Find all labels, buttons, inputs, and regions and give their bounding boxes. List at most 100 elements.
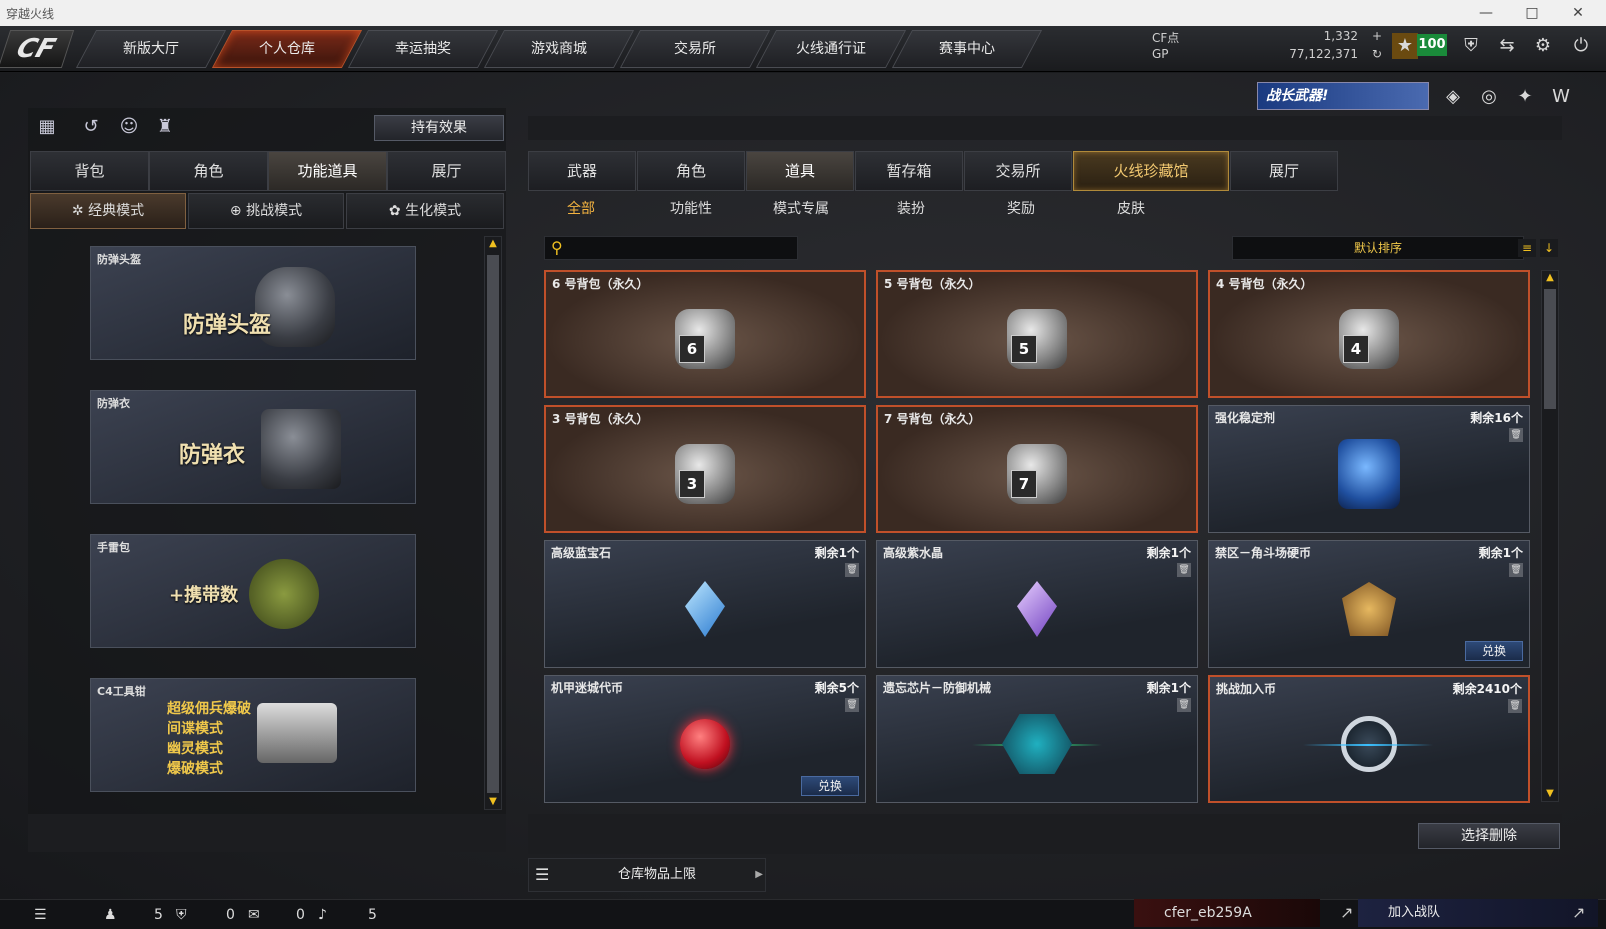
wings-icon[interactable]: W — [1548, 84, 1574, 110]
minimize-button[interactable]: — — [1466, 2, 1506, 24]
sort-dropdown[interactable]: 默认排序 — [1232, 236, 1524, 260]
bag-icon[interactable]: ♜ — [152, 114, 178, 140]
nav-tab-exchange[interactable]: 交易所 — [619, 30, 771, 68]
item-card[interactable]: 强化稳定剂 剩余16个 🗑 — [1208, 405, 1530, 533]
external-link-icon[interactable]: ↗ — [1340, 903, 1353, 922]
tab-right-showroom[interactable]: 展厅 — [1230, 151, 1338, 191]
history-icon[interactable]: ↺ — [78, 114, 104, 140]
tab-functional-items[interactable]: 功能道具 — [268, 151, 387, 191]
filter-functional[interactable]: 功能性 — [646, 195, 736, 223]
nav-tab-warehouse[interactable]: 个人仓库 — [211, 30, 363, 68]
exchange-button[interactable]: 兑换 — [801, 776, 859, 796]
cf-add-icon[interactable]: + — [1372, 29, 1382, 43]
trash-icon[interactable]: 🗑 — [845, 563, 859, 577]
ranking-icon[interactable]: ▦ — [34, 114, 60, 140]
nav-tab-pass[interactable]: 火线通行证 — [755, 30, 907, 68]
scroll-up-icon[interactable]: ▲ — [485, 237, 501, 251]
badge-v-icon[interactable]: ◈ — [1440, 84, 1466, 110]
tab-trade[interactable]: 交易所 — [964, 151, 1072, 191]
grid-scroll-thumb[interactable] — [1544, 289, 1556, 409]
trash-icon[interactable]: 🗑 — [1508, 699, 1522, 713]
side-card-c4[interactable]: C4工具钳 超级佣兵爆破 间谍模式 幽灵模式 爆破模式 — [90, 678, 416, 792]
left-scrollbar[interactable]: ▲ ▼ — [484, 236, 502, 810]
cf-logo[interactable]: CF — [0, 30, 75, 68]
nav-tab-lobby[interactable]: 新版大厅 — [75, 30, 227, 68]
trash-icon[interactable]: 🗑 — [845, 698, 859, 712]
volume-icon[interactable]: ♪ — [318, 904, 327, 926]
clan-icon[interactable]: ⛨ — [176, 904, 187, 926]
filter-outfit[interactable]: 装扮 — [866, 195, 956, 223]
item-card[interactable]: 禁区－角斗场硬币 剩余1个 🗑 兑换 — [1208, 540, 1530, 668]
shield-icon[interactable]: ⛨ — [1458, 33, 1484, 59]
gp-refresh-icon[interactable]: ↻ — [1372, 47, 1382, 61]
item-card[interactable]: 挑战加入币 剩余2410个 🗑 — [1208, 675, 1530, 803]
exchange-button[interactable]: 兑换 — [1465, 641, 1523, 661]
filter-mode-exclusive[interactable]: 模式专属 — [756, 195, 846, 223]
join-team-button[interactable]: 加入战队 — [1358, 899, 1598, 927]
player-name[interactable]: cfer_eb259A — [1134, 899, 1320, 927]
item-card[interactable]: 6 号背包（永久） 6 — [544, 270, 866, 398]
select-delete-button[interactable]: 选择删除 — [1418, 823, 1560, 849]
rank-icon[interactable]: ★ — [1392, 33, 1418, 59]
nav-tab-lottery[interactable]: 幸运抽奖 — [347, 30, 499, 68]
tab-role[interactable]: 角色 — [149, 151, 268, 191]
tab-storage[interactable]: 暂存箱 — [855, 151, 963, 191]
item-card[interactable]: 高级紫水晶 剩余1个 🗑 — [876, 540, 1198, 668]
close-button[interactable]: ✕ — [1558, 2, 1598, 24]
item-card[interactable]: 遗忘芯片－防御机械 剩余1个 🗑 — [876, 675, 1198, 803]
mode-challenge[interactable]: ⊕ 挑战模式 — [188, 193, 344, 229]
tab-backpack[interactable]: 背包 — [30, 151, 149, 191]
trash-icon[interactable]: 🗑 — [1509, 428, 1523, 442]
power-icon[interactable]: ⏻ — [1568, 33, 1594, 59]
scroll-thumb[interactable] — [487, 255, 499, 793]
item-card[interactable]: 7 号背包（永久） 7 — [876, 405, 1198, 533]
scroll-down-icon[interactable]: ▼ — [485, 795, 501, 809]
tab-collection-hall[interactable]: 火线珍藏馆 — [1073, 151, 1229, 191]
side-card-vest[interactable]: 防弹衣 防弹衣 — [90, 390, 416, 504]
sort-direction-icon[interactable]: ↓ — [1540, 239, 1558, 257]
trash-icon[interactable]: 🗑 — [1177, 698, 1191, 712]
weapon-banner[interactable]: 战长武器! — [1257, 82, 1429, 110]
expand-icon[interactable]: ↗ — [1572, 903, 1585, 922]
held-effects-button[interactable]: 持有效果 — [374, 115, 504, 141]
grid-scrollbar[interactable]: ▲ ▼ — [1541, 270, 1559, 802]
trash-icon[interactable]: 🗑 — [1177, 563, 1191, 577]
tab-characters[interactable]: 角色 — [637, 151, 745, 191]
grid-scroll-down-icon[interactable]: ▼ — [1542, 787, 1558, 801]
search-input[interactable] — [571, 239, 791, 257]
nav-tab-shop[interactable]: 游戏商城 — [483, 30, 635, 68]
nav-tab-events[interactable]: 赛事中心 — [891, 30, 1043, 68]
exchange-icon[interactable]: ⇆ — [1494, 33, 1520, 59]
c4-tool-icon — [257, 703, 337, 763]
challenge-coin-icon — [1303, 715, 1433, 772]
capacity-row[interactable]: ☰ 仓库物品上限 ▶ — [528, 858, 766, 892]
item-card[interactable]: 高级蓝宝石 剩余1个 🗑 — [544, 540, 866, 668]
list-view-icon[interactable]: ≡ — [1518, 239, 1536, 257]
friends-icon[interactable]: ♟ — [104, 904, 117, 926]
item-card[interactable]: 3 号背包（永久） 3 — [544, 405, 866, 533]
side-card-helmet[interactable]: 防弹头盔 防弹头盔 — [90, 246, 416, 360]
mode-zombie[interactable]: ✿ 生化模式 — [346, 193, 504, 229]
chat-icon[interactable]: ✉ — [248, 904, 260, 926]
item-card[interactable]: 机甲迷城代币 剩余5个 🗑 兑换 — [544, 675, 866, 803]
tab-showroom[interactable]: 展厅 — [387, 151, 506, 191]
sparkle-icon[interactable]: ✦ — [1512, 84, 1538, 110]
grid-scroll-up-icon[interactable]: ▲ — [1542, 271, 1558, 285]
trash-icon[interactable]: 🗑 — [1509, 563, 1523, 577]
item-name: 3 号背包（永久） — [552, 412, 649, 426]
mode-classic[interactable]: ✲ 经典模式 — [30, 193, 186, 229]
filter-reward[interactable]: 奖励 — [976, 195, 1066, 223]
side-card-grenade[interactable]: 手雷包 +携带数 — [90, 534, 416, 648]
maximize-button[interactable]: □ — [1512, 2, 1552, 24]
item-card[interactable]: 4 号背包（永久） 4 — [1208, 270, 1530, 398]
tab-items[interactable]: 道具 — [746, 151, 854, 191]
tab-weapons[interactable]: 武器 — [528, 151, 636, 191]
globe-icon[interactable]: ◎ — [1476, 84, 1502, 110]
item-card[interactable]: 5 号背包（永久） 5 — [876, 270, 1198, 398]
gear-icon[interactable]: ⚙ — [1530, 33, 1556, 59]
filter-skin[interactable]: 皮肤 — [1086, 195, 1176, 223]
character-icon[interactable]: ☺ — [116, 114, 142, 140]
expand-arrow-icon[interactable]: ▶ — [755, 859, 763, 891]
menu-icon[interactable]: ☰ — [34, 904, 47, 926]
filter-all[interactable]: 全部 — [536, 195, 626, 223]
